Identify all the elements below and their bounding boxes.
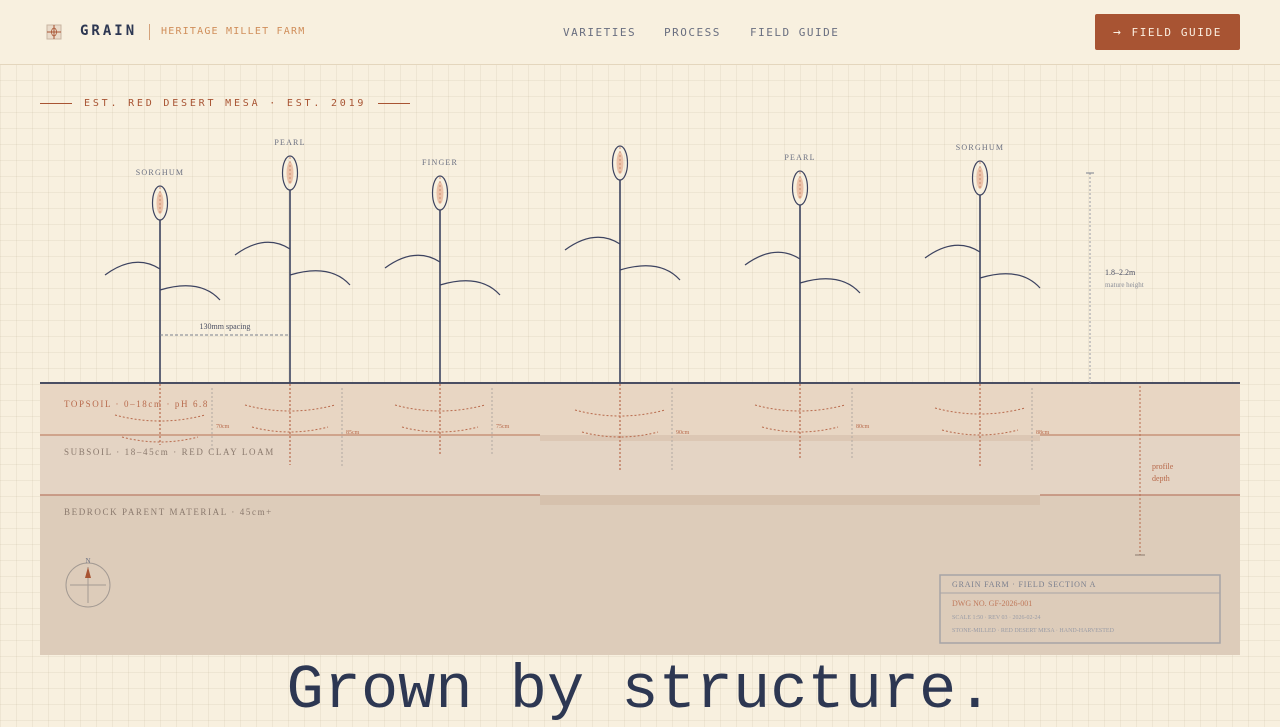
plant-variety-label: FINGER (422, 158, 458, 167)
plant-variety-label: SORGHUM (956, 143, 1004, 152)
plant-variety-label: PEARL (274, 138, 305, 147)
title-block-notes: STONE-MILLED · RED DESERT MESA · HAND-HA… (952, 628, 1115, 634)
root-depth-label: 85cm (346, 430, 360, 436)
height-value: 1.8–2.2m (1105, 268, 1136, 277)
plant-variety-label: SORGHUM (136, 168, 184, 177)
root-depth-label: 90cm (676, 430, 690, 436)
plant-leaf-right (159, 285, 221, 301)
plant-leaf-right (439, 280, 501, 296)
root-depth-label: 80cm (856, 424, 870, 430)
topsoil-label: TOPSOIL · 0–18cm · pH 6.8 (64, 399, 209, 409)
subsoil-label: SUBSOIL · 18–45cm · RED CLAY LOAM (64, 447, 275, 457)
hero-headline: Grown by structure. (286, 655, 994, 726)
profile-depth-label-2: depth (1152, 474, 1170, 483)
topsoil-boundary-shade (540, 435, 1040, 441)
root-depth-label: 70cm (216, 424, 230, 430)
plant-leaf-left (924, 244, 981, 259)
compass-north-label: N (85, 557, 90, 565)
plant-leaf-left (104, 261, 161, 276)
plant-leaf-right (289, 270, 351, 286)
plant-leaf-right (979, 273, 1041, 289)
title-block-drawing-no: DWG NO. GF-2026-001 (952, 599, 1032, 608)
root-depth-label: 88cm (1036, 430, 1050, 436)
plant-leaf-left (234, 241, 291, 256)
bedrock-label: BEDROCK PARENT MATERIAL · 45cm+ (64, 507, 273, 517)
subsoil-boundary-shade (540, 495, 1040, 505)
height-label: mature height (1105, 281, 1144, 289)
root-depth-label: 75cm (496, 424, 510, 430)
plant-leaf-right (799, 278, 861, 294)
plant-leaf-right (619, 265, 681, 281)
plant-leaf-left (744, 251, 801, 266)
plant-leaf-left (564, 236, 621, 251)
plant-leaf-left (384, 254, 441, 269)
field-cross-section-diagram: TOPSOIL · 0–18cm · pH 6.8 SUBSOIL · 18–4… (40, 138, 1240, 655)
subsoil-band (40, 435, 1240, 495)
spacing-label: 130mm spacing (200, 322, 251, 331)
plant-variety-label: PEARL (784, 153, 815, 162)
title-block-title: GRAIN FARM · FIELD SECTION A (952, 580, 1096, 589)
title-block-scale: SCALE 1:50 · REV 03 · 2026-02-24 (952, 615, 1041, 621)
profile-depth-label-1: profile (1152, 462, 1174, 471)
